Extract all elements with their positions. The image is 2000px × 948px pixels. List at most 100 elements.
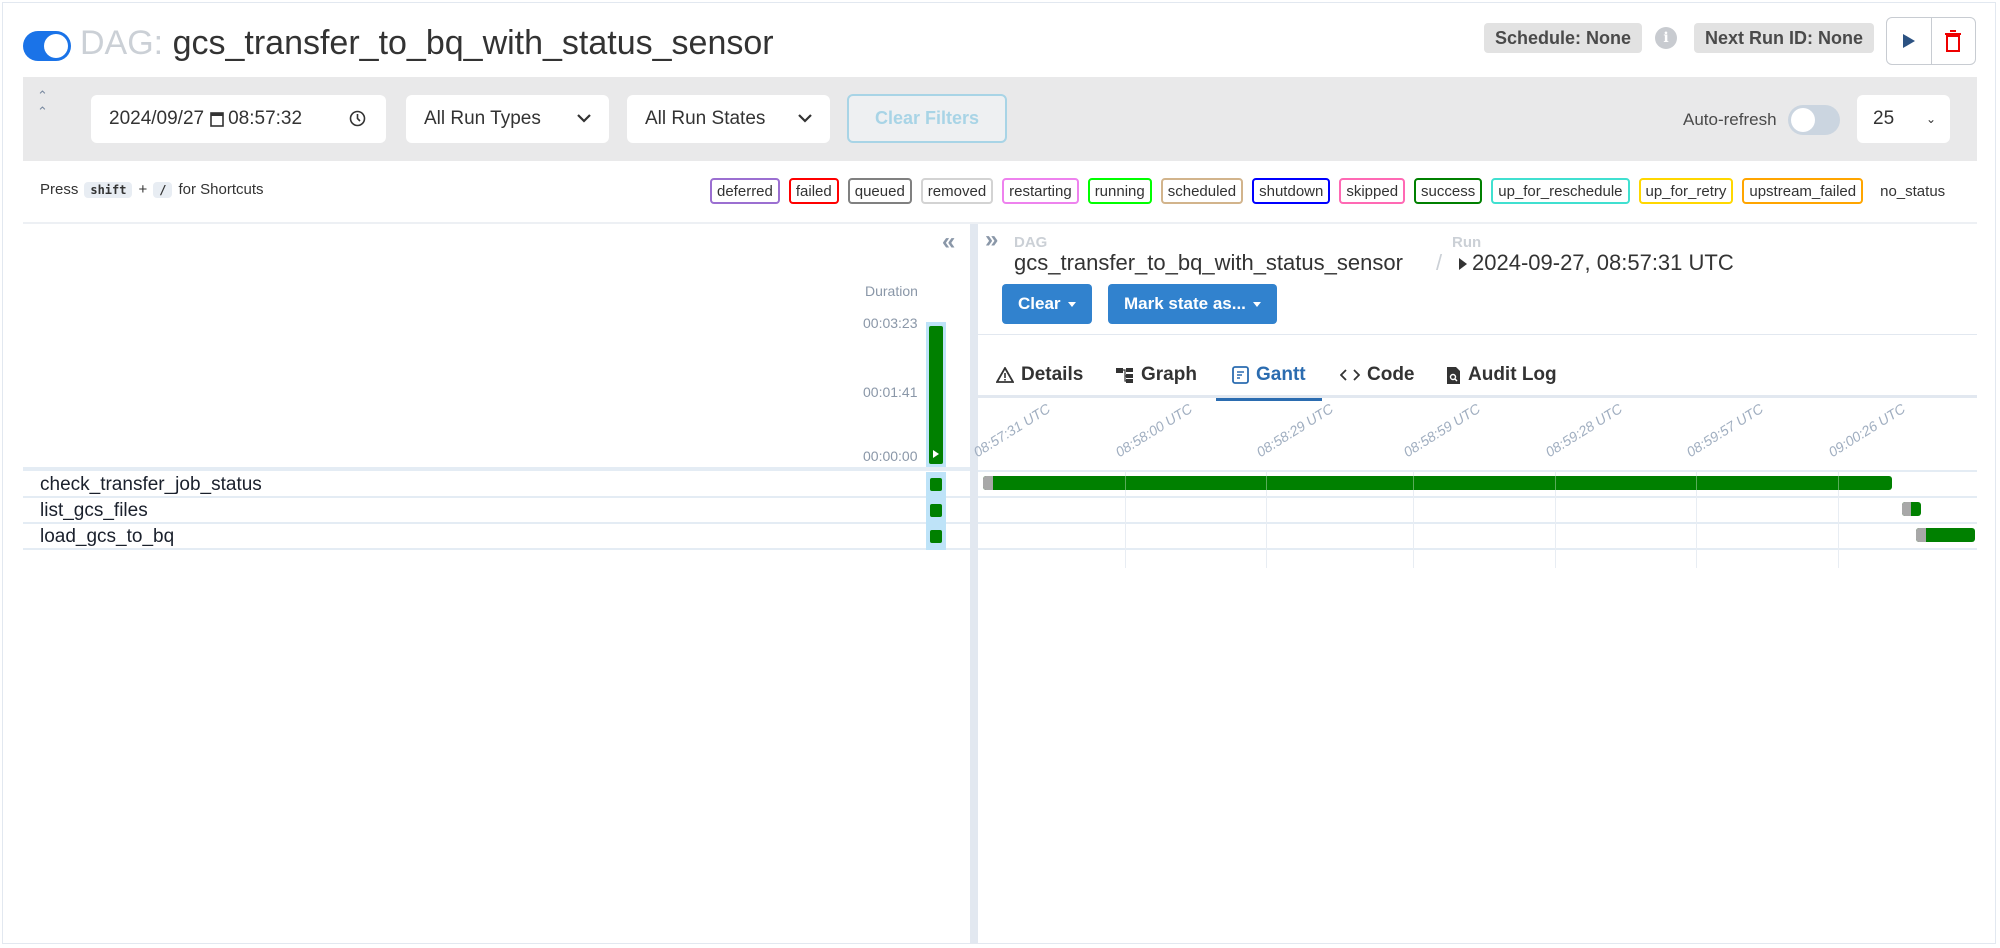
gantt-icon [1232, 366, 1249, 384]
panel-resize-handle[interactable] [970, 224, 978, 944]
shortcuts-suffix: for Shortcuts [178, 181, 264, 198]
state-legend: deferred failed queued removed restarting run… [710, 178, 1945, 204]
breadcrumb-separator: / [1436, 250, 1443, 275]
gantt-bar-load-gcs-to-bq[interactable] [1916, 528, 1975, 542]
collapse-grid-icon[interactable]: « [942, 228, 955, 256]
gantt-row-line [978, 548, 1977, 550]
breadcrumb-run-link[interactable]: 2024-09-27, 08:57:31 UTC [1472, 250, 1734, 276]
gantt-queued-segment [1916, 528, 1927, 542]
tab-gantt[interactable]: Gantt [1216, 352, 1322, 401]
task-instance-status[interactable] [930, 530, 942, 543]
task-instance-status[interactable] [930, 504, 942, 517]
gantt-tick-label: 08:59:28 UTC [1542, 400, 1625, 460]
breadcrumb-dag-label: DAG [1014, 234, 1048, 251]
filter-bar: ⌃ ⌃ 2024/09/27 08:57:32 All Run Types All… [23, 77, 1977, 161]
tab-label: Gantt [1256, 364, 1306, 385]
auto-refresh-label: Auto-refresh [1683, 110, 1777, 129]
auto-refresh-toggle[interactable] [1788, 105, 1840, 135]
gantt-bar-check-transfer-job-status[interactable] [983, 476, 1892, 490]
caret-down-icon [1067, 302, 1076, 308]
tab-details[interactable]: Details [996, 352, 1083, 398]
delete-dag-button[interactable] [1930, 18, 1976, 64]
collapse-filters-icon[interactable]: ⌃ ⌃ [37, 88, 48, 120]
trigger-dag-button[interactable] [1887, 18, 1931, 64]
legend-item-scheduled[interactable]: scheduled [1160, 178, 1244, 204]
gantt-tick-label: 08:59:57 UTC [1683, 400, 1767, 460]
duration-tick-max: 00:03:23 [863, 315, 918, 331]
tab-code[interactable]: Code [1340, 352, 1415, 398]
tab-label: Audit Log [1468, 364, 1557, 385]
caret-down-icon [1252, 302, 1261, 308]
clear-run-label: Clear [1018, 294, 1061, 313]
mark-state-button[interactable]: Mark state as... [1108, 284, 1277, 324]
run-duration-bar[interactable] [929, 326, 943, 464]
chevron-down-icon [577, 114, 591, 123]
legend-item-removed[interactable]: removed [920, 178, 994, 204]
gantt-tick-label: 08:58:59 UTC [1400, 400, 1483, 460]
gantt-chart: 08:57:31 UTC 08:58:00 UTC 08:58:29 UTC 08:5… [971, 400, 1977, 570]
gantt-gridline-overlay [1838, 476, 1840, 490]
gantt-queued-segment [983, 476, 993, 490]
legend-item-up-for-reschedule[interactable]: up_for_reschedule [1491, 178, 1630, 204]
gantt-gridline-overlay [1266, 476, 1268, 490]
dag-prefix: DAG: [80, 24, 164, 62]
legend-item-success[interactable]: success [1414, 178, 1483, 204]
dag-actions [1886, 17, 1976, 65]
base-date-input[interactable]: 2024/09/27 08:57:32 [91, 95, 386, 143]
code-icon [1340, 369, 1360, 381]
shortcuts-plus: + [138, 181, 148, 198]
duration-tick-min: 00:00:00 [863, 448, 918, 464]
audit-file-icon [1447, 366, 1460, 384]
task-instance-status[interactable] [930, 478, 942, 491]
run-type-select[interactable]: All Run Types [406, 95, 609, 143]
tab-label: Graph [1141, 364, 1197, 385]
calendar-icon[interactable] [210, 111, 224, 127]
details-tabs: Details Graph Gantt Code Audit Log [978, 352, 1977, 401]
gantt-row-line [978, 522, 1977, 524]
dag-id: gcs_transfer_to_bq_with_status_sensor [172, 24, 774, 62]
breadcrumb-dag-link[interactable]: gcs_transfer_to_bq_with_status_sensor [1014, 250, 1403, 276]
tab-label: Details [1021, 364, 1084, 385]
legend-item-upstream-failed[interactable]: upstream_failed [1742, 178, 1864, 204]
tab-audit-log[interactable]: Audit Log [1446, 352, 1557, 398]
date-value: 2024/09/27 [109, 108, 205, 129]
legend-item-skipped[interactable]: skipped [1339, 178, 1406, 204]
gantt-gridline-overlay [1554, 476, 1556, 490]
run-state-select[interactable]: All Run States [627, 95, 830, 143]
shortcuts-hint: Press shift + / for Shortcuts [40, 181, 264, 198]
clock-icon[interactable] [349, 110, 366, 127]
toggle-knob [1791, 108, 1815, 132]
kbd-shift: shift [84, 181, 133, 198]
task-name[interactable]: list_gcs_files [40, 500, 148, 522]
clear-run-button[interactable]: Clear [1002, 284, 1092, 324]
duration-tick-mid: 00:01:41 [863, 384, 918, 400]
clear-filters-button[interactable]: Clear Filters [847, 94, 1007, 143]
gantt-tick-label: 08:58:00 UTC [1112, 400, 1195, 460]
gantt-row-line [978, 496, 1977, 498]
legend-item-deferred[interactable]: deferred [710, 178, 780, 204]
page-size-select[interactable]: 25 ⌄ [1857, 95, 1950, 143]
task-name[interactable]: load_gcs_to_bq [40, 526, 174, 548]
legend-item-no-status[interactable]: no_status [1872, 183, 1945, 200]
task-name[interactable]: check_transfer_job_status [40, 474, 262, 496]
legend-item-failed[interactable]: failed [788, 178, 839, 204]
legend-item-queued[interactable]: queued [847, 178, 912, 204]
task-row[interactable]: list_gcs_files [23, 498, 970, 524]
page-size-value: 25 [1873, 108, 1895, 129]
legend-item-up-for-retry[interactable]: up_for_retry [1638, 178, 1734, 204]
next-run-badge: Next Run ID: None [1694, 23, 1875, 53]
dag-pause-toggle[interactable] [23, 31, 71, 61]
tab-graph[interactable]: Graph [1116, 352, 1197, 398]
info-icon[interactable]: i [1655, 27, 1677, 49]
run-triangle-icon [1459, 258, 1467, 270]
legend-item-restarting[interactable]: restarting [1002, 178, 1079, 204]
run-type-value: All Run Types [424, 108, 541, 129]
expand-details-icon[interactable]: » [985, 226, 998, 254]
legend-item-shutdown[interactable]: shutdown [1252, 178, 1331, 204]
legend-item-running[interactable]: running [1087, 178, 1152, 204]
task-row[interactable]: load_gcs_to_bq [23, 524, 970, 550]
gantt-bar-list-gcs-files[interactable] [1901, 502, 1922, 516]
task-row[interactable]: check_transfer_job_status [23, 472, 970, 498]
duration-label: Duration [865, 283, 918, 299]
task-instance-cell [926, 498, 946, 524]
